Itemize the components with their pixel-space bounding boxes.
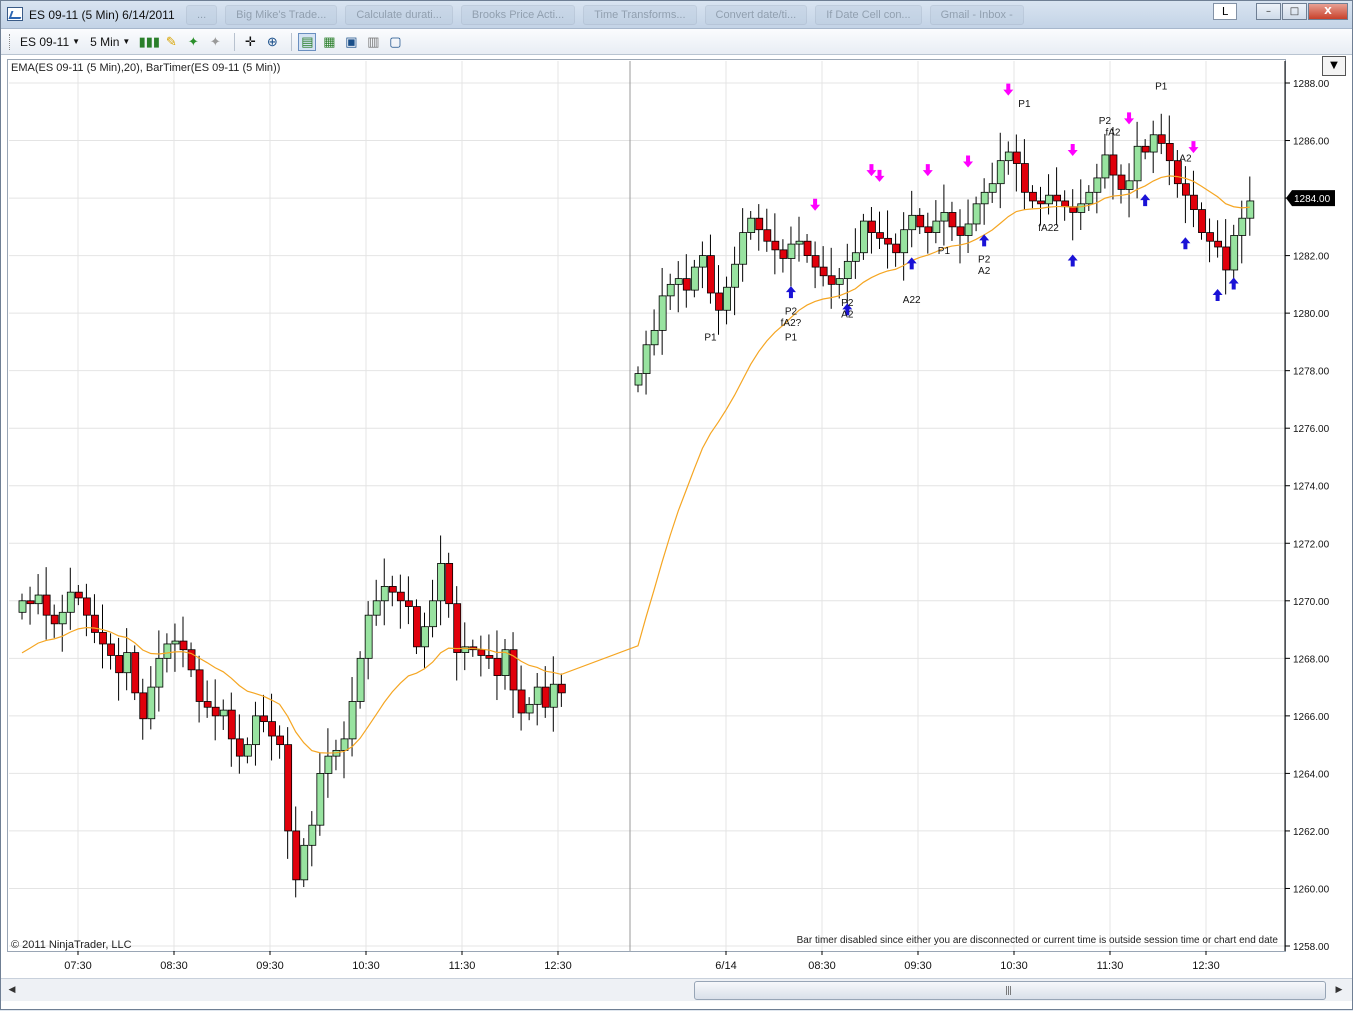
chart-window: ES 09-11 (5 Min) 6/14/2011 ... Big Mike's…: [0, 0, 1353, 1010]
close-button[interactable]: X: [1308, 3, 1348, 20]
time-tick-label: 10:30: [352, 960, 380, 972]
time-tick-label: 11:30: [449, 960, 476, 972]
data-box-icon[interactable]: ▤: [298, 32, 317, 51]
background-tab: Time Transforms...: [583, 5, 697, 25]
window-title: ES 09-11 (5 Min) 6/14/2011: [29, 8, 175, 22]
minimize-button[interactable]: –: [1256, 3, 1281, 20]
time-tick-label: 09:30: [256, 960, 284, 972]
time-tick-label: 12:30: [1192, 960, 1220, 972]
add-indicator-icon[interactable]: ✦: [184, 33, 202, 51]
maximize-button[interactable]: □: [1282, 3, 1307, 20]
toolbar-separator: [291, 32, 293, 51]
axis-menu-button[interactable]: ▼: [1322, 56, 1346, 76]
chart-app-icon: [7, 7, 23, 21]
price-axis[interactable]: [1286, 59, 1352, 952]
time-tick-label: 08:30: [160, 960, 188, 972]
scrollbar-thumb[interactable]: |||: [694, 981, 1326, 1000]
copyright-notice: © 2011 NinjaTrader, LLC: [11, 939, 132, 951]
time-tick-label: 07:30: [64, 960, 92, 972]
properties-icon[interactable]: ▣: [342, 33, 360, 51]
chevron-down-icon: ▼: [72, 37, 81, 46]
title-bar[interactable]: ES 09-11 (5 Min) 6/14/2011 ... Big Mike's…: [1, 1, 1352, 29]
background-tab: Convert date/ti...: [704, 5, 808, 25]
time-tick-label: 10:30: [1000, 960, 1028, 972]
indicator-label: EMA(ES 09-11 (5 Min),20), BarTimer(ES 09…: [11, 62, 281, 74]
strategy-icon[interactable]: ✦: [206, 33, 224, 51]
instrument-selector[interactable]: ES 09-11 ▼: [20, 35, 80, 49]
drawing-tool-icon[interactable]: ✎: [162, 33, 180, 51]
background-taskbar-tabs: ... Big Mike's Trade... Calculate durati..…: [186, 5, 1024, 25]
instrument-label: ES 09-11: [20, 34, 70, 49]
link-button[interactable]: L: [1213, 3, 1237, 20]
crosshair-icon[interactable]: ✛: [241, 33, 259, 51]
bar-style-icon[interactable]: ▮▮▮: [139, 33, 160, 51]
zoom-icon[interactable]: ⊕: [263, 33, 281, 51]
toolbar-grip[interactable]: [9, 33, 12, 50]
grip-icon: |||: [1005, 986, 1012, 996]
window-controls: – □ X: [1256, 3, 1348, 20]
tile-icon[interactable]: ▢: [386, 33, 404, 51]
scroll-left-icon[interactable]: ◀: [5, 983, 19, 997]
horizontal-scrollbar[interactable]: ◀ ||| ▶: [1, 978, 1352, 1001]
print-icon[interactable]: ▥: [364, 33, 382, 51]
chart-style-icon[interactable]: ▦: [320, 33, 338, 51]
interval-selector[interactable]: 5 Min ▼: [90, 35, 130, 49]
time-tick-label: 6/14: [715, 960, 736, 972]
toolbar-separator: [234, 32, 236, 51]
background-tab: If Date Cell con...: [815, 5, 922, 25]
background-tab: Brooks Price Acti...: [460, 5, 576, 25]
time-tick-label: 09:30: [904, 960, 932, 972]
background-tab: Calculate durati...: [345, 5, 453, 25]
chevron-down-icon: ▼: [122, 37, 131, 46]
time-tick-label: 12:30: [544, 960, 572, 972]
time-tick-label: 11:30: [1097, 960, 1124, 972]
interval-label: 5 Min: [90, 34, 120, 49]
chart-toolbar: ES 09-11 ▼ 5 Min ▼ ▮▮▮ ✎ ✦ ✦ ✛ ⊕ ▤ ▦ ▣ ▥…: [1, 29, 1352, 55]
bartimer-message: Bar timer disabled since either you are …: [796, 935, 1278, 946]
background-tab: Gmail - Inbox -: [929, 5, 1024, 25]
time-tick-label: 08:30: [808, 960, 836, 972]
background-tab: Big Mike's Trade...: [225, 5, 338, 25]
background-tab: ...: [186, 5, 218, 25]
scroll-right-icon[interactable]: ▶: [1332, 983, 1346, 997]
chart-panel[interactable]: [7, 59, 1286, 952]
